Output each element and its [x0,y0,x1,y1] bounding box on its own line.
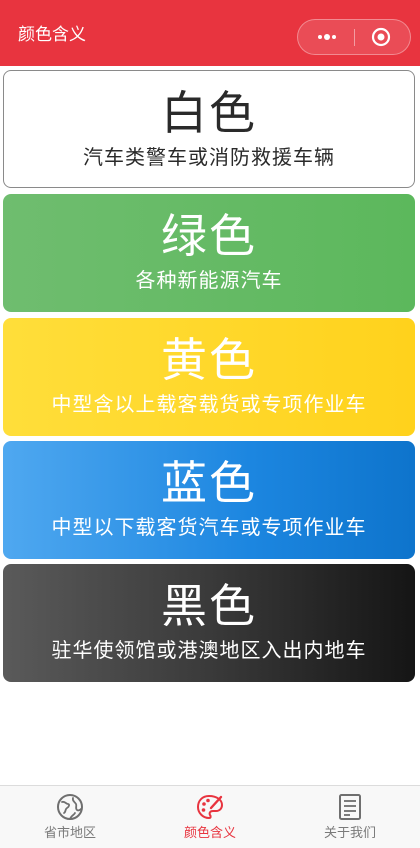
menu-capsule [297,19,411,55]
color-card-black[interactable]: 黑色 驻华使领馆或港澳地区入出内地车 [3,564,415,682]
color-card-yellow[interactable]: 黄色 中型含以上载客载货或专项作业车 [3,318,415,436]
card-description: 汽车类警车或消防救援车辆 [83,145,335,169]
card-description: 驻华使领馆或港澳地区入出内地车 [51,638,367,662]
card-title: 绿色 [161,209,257,263]
card-title: 白色 [161,86,257,140]
target-close-icon [371,27,391,47]
tab-bar: 省市地区 颜色含义 关于我们 [0,785,420,848]
card-title: 蓝色 [161,456,257,510]
more-dots-icon [318,35,322,39]
card-title: 黄色 [161,333,257,387]
color-card-blue[interactable]: 蓝色 中型以下载客货汽车或专项作业车 [3,441,415,559]
card-description: 中型以下载客货汽车或专项作业车 [51,515,367,539]
color-card-white[interactable]: 白色 汽车类警车或消防救援车辆 [3,70,415,188]
tab-label: 关于我们 [323,826,376,841]
app-root: 颜色含义 白色 汽车类警车或消防救援车辆 绿色 各种新能源汽车 黄色 中型含以上 [0,0,420,848]
card-description: 中型含以上载客载货或专项作业车 [51,392,367,416]
more-button[interactable] [298,20,354,54]
navigation-bar: 颜色含义 [0,0,420,66]
tab-about-us[interactable]: 关于我们 [280,786,420,848]
tab-label: 颜色含义 [183,826,236,841]
more-dots-icon [332,35,336,39]
page-title: 颜色含义 [18,25,86,45]
tab-label: 省市地区 [43,826,96,841]
palette-icon [196,794,224,820]
capsule-divider [354,29,355,46]
globe-icon [57,794,83,820]
more-dots-icon [324,34,330,40]
document-icon [339,794,361,820]
tab-regions[interactable]: 省市地区 [0,786,140,848]
card-title: 黑色 [161,579,257,633]
tab-color-meaning[interactable]: 颜色含义 [140,786,280,848]
color-card-green[interactable]: 绿色 各种新能源汽车 [3,194,415,312]
close-button[interactable] [371,27,391,47]
card-description: 各种新能源汽车 [135,268,283,292]
